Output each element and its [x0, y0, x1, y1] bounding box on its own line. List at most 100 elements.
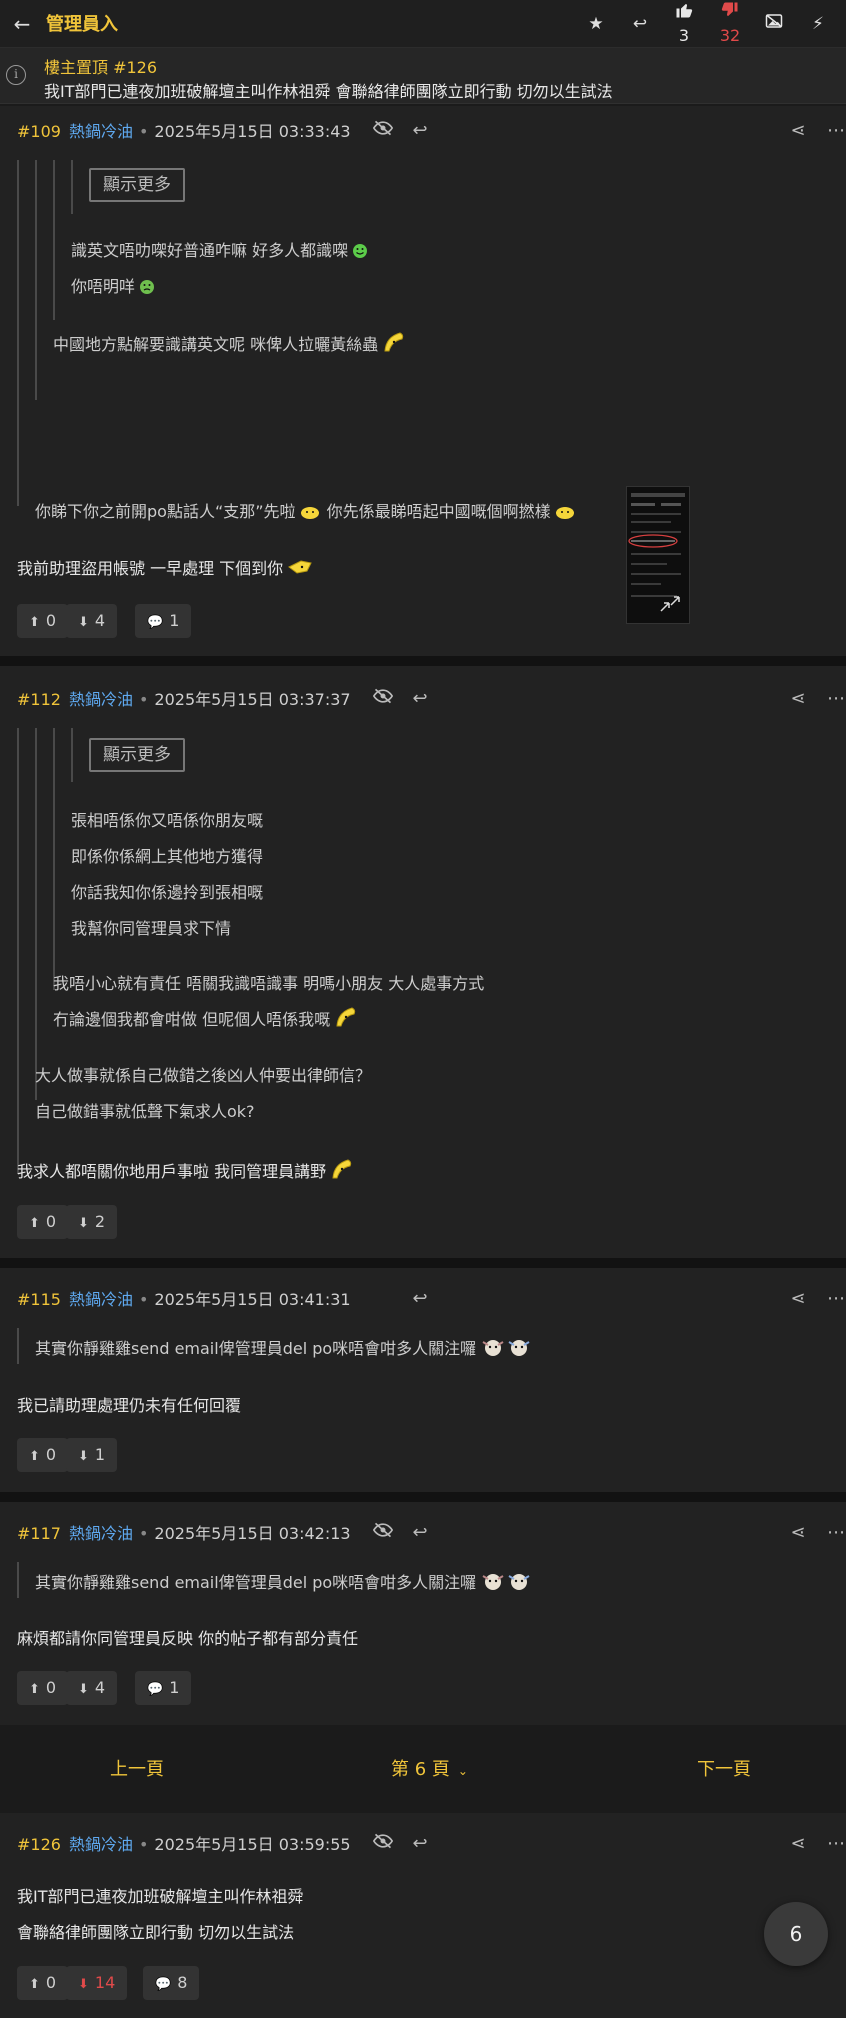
flash-sort-icon[interactable]: ⚡ — [804, 10, 832, 38]
post-number[interactable]: #109 — [17, 122, 61, 141]
post-number[interactable]: #115 — [17, 1290, 61, 1309]
thumbs-down-icon[interactable] — [716, 0, 744, 28]
post-author[interactable]: 熱鍋冷油 — [69, 122, 133, 141]
post-112: #112 熱鍋冷油 • 2025年5月15日 03:37:37 ↩ ⋖ ⋯ 顯示更多 … — [0, 666, 846, 1258]
star-icon[interactable]: ★ — [582, 10, 610, 38]
quote-reply-icon[interactable]: ↩ — [408, 119, 432, 143]
more-options-icon[interactable]: ⋯ — [824, 1287, 846, 1311]
hide-icon[interactable] — [371, 119, 395, 143]
back-arrow-icon[interactable]: ← — [6, 8, 38, 40]
page-select[interactable]: 第 6 頁 ⌄ — [391, 1755, 468, 1781]
quote-line-2 — [35, 728, 37, 1100]
post-header: #115 熱鍋冷油 • 2025年5月15日 03:41:31 — [17, 1290, 351, 1309]
show-more-button[interactable]: 顯示更多 — [89, 738, 185, 772]
post-number[interactable]: #126 — [17, 1835, 61, 1854]
cow-emoji-icon — [506, 1337, 530, 1357]
quote-line-1 — [17, 160, 19, 506]
more-options-icon[interactable]: ⋯ — [824, 687, 846, 711]
quote-text: 大人做事就係自己做錯之後凶人仲要出律師信？ — [35, 1066, 372, 1085]
post-time: 2025年5月15日 03:41:31 — [154, 1290, 351, 1309]
post-author[interactable]: 熱鍋冷油 — [69, 1524, 133, 1543]
post-time: 2025年5月15日 03:33:43 — [154, 122, 351, 141]
post-separator — [0, 1258, 846, 1268]
upvote-button[interactable]: ⬆ 0 — [17, 1966, 69, 2000]
show-more-button[interactable]: 顯示更多 — [89, 168, 185, 202]
image-off-icon[interactable] — [760, 10, 788, 38]
thumbs-up-icon[interactable] — [670, 0, 698, 28]
quote-line-4 — [71, 160, 73, 214]
quote-text: 中國地方點解要識講英文呢 咪俾人拉曬黃絲蟲 — [53, 331, 404, 355]
top-bar: ← 管理員入 ★ ↩ 3 32 ⚡ — [0, 0, 846, 48]
post-number[interactable]: #117 — [17, 1524, 61, 1543]
comments-button[interactable]: 💬 8 — [143, 1966, 200, 2000]
post-author[interactable]: 熱鍋冷油 — [69, 1835, 133, 1854]
quote-reply-icon[interactable]: ↩ — [408, 1521, 432, 1545]
post-time: 2025年5月15日 03:42:13 — [154, 1524, 351, 1543]
share-icon[interactable]: ⋖ — [786, 1832, 810, 1856]
banana-emoji-icon — [330, 1158, 352, 1179]
quote-text: 你話我知你係邊拎到張相嘅 — [71, 883, 264, 902]
downvote-button[interactable]: ⬇ 2 — [66, 1205, 118, 1239]
comments-button[interactable]: 💬 1 — [135, 604, 192, 638]
quote-text: 我唔小心就有責任 唔關我識唔識事 明嗎小朋友 大人處事方式 — [53, 974, 485, 993]
quote-text: 其實你靜雞雞send email俾管理員del po咪唔會咁多人關注囉 — [35, 1335, 530, 1359]
quote-line-1 — [17, 1328, 19, 1364]
quote-line-4 — [71, 728, 73, 782]
info-icon: i — [6, 65, 26, 85]
quote-text: 即係你係網上其他地方獲得 — [71, 847, 264, 866]
reply-icon[interactable]: ↩ — [626, 10, 654, 38]
cow-emoji-icon — [506, 1571, 530, 1591]
quote-text: 我幫你同管理員求下情 — [71, 919, 232, 938]
post-author[interactable]: 熱鍋冷油 — [69, 690, 133, 709]
post-body: 會聯絡律師團隊立即行動 切勿以生試法 — [17, 1923, 295, 1942]
quote-reply-icon[interactable]: ↩ — [408, 1832, 432, 1856]
quote-text: 其實你靜雞雞send email俾管理員del po咪唔會咁多人關注囉 — [35, 1569, 530, 1593]
more-options-icon[interactable]: ⋯ — [824, 1521, 846, 1545]
quote-line-3 — [53, 160, 55, 320]
thread-title: 管理員入 — [46, 14, 118, 35]
upvote-button[interactable]: ⬆ 0 — [17, 1205, 69, 1239]
post-body: 我已請助理處理仍未有任何回覆 — [17, 1396, 242, 1415]
share-icon[interactable]: ⋖ — [786, 687, 810, 711]
share-icon[interactable]: ⋖ — [786, 1521, 810, 1545]
quote-text: 你唔明咩 — [71, 273, 161, 299]
hide-icon[interactable] — [371, 1832, 395, 1856]
upvote-button[interactable]: ⬆ 0 — [17, 604, 69, 638]
quote-text: 識英文唔叻㗎好普通咋嘛 好多人都識㗎 — [71, 237, 374, 263]
next-page-button[interactable]: 下一頁 — [697, 1755, 751, 1781]
pagination-bar: 上一頁 第 6 頁 ⌄ 下一頁 — [0, 1725, 846, 1813]
page-jump-fab[interactable]: 6 — [764, 1902, 828, 1966]
pointing-emoji-icon — [287, 557, 312, 577]
attached-image-thumbnail[interactable] — [626, 486, 690, 624]
post-separator — [0, 656, 846, 666]
quote-reply-icon[interactable]: ↩ — [408, 1287, 432, 1311]
share-icon[interactable]: ⋖ — [786, 1287, 810, 1311]
quote-text: 你睇下你之前開po點話人“支那”先啦 你先係最睇唔起中國嘅個啊撚樣 — [35, 498, 577, 524]
post-header: #109 熱鍋冷油 • 2025年5月15日 03:33:43 — [17, 122, 351, 141]
more-options-icon[interactable]: ⋯ — [824, 1832, 846, 1856]
downvote-button[interactable]: ⬇ 14 — [66, 1966, 128, 2000]
chevron-down-icon: ⌄ — [457, 1764, 468, 1778]
downvote-button[interactable]: ⬇ 4 — [66, 604, 118, 638]
post-time: 2025年5月15日 03:37:37 — [154, 690, 351, 709]
comments-button[interactable]: 💬 1 — [135, 1671, 192, 1705]
post-header: #117 熱鍋冷油 • 2025年5月15日 03:42:13 — [17, 1524, 351, 1543]
upvote-button[interactable]: ⬆ 0 — [17, 1438, 69, 1472]
post-body: 我求人都唔關你地用戶事啦 我同管理員講野 — [17, 1158, 352, 1182]
quote-text: 自己做錯事就低聲下氣求人ok? — [35, 1102, 255, 1121]
pinned-banner[interactable]: i 樓主置頂 #126 我IT部門已連夜加班破解壇主叫作林祖舜 會聯絡律師團隊立… — [0, 48, 846, 104]
upvote-button[interactable]: ⬆ 0 — [17, 1671, 69, 1705]
post-115: #115 熱鍋冷油 • 2025年5月15日 03:41:31 ↩ ⋖ ⋯ 其實你靜雞… — [0, 1268, 846, 1492]
downvote-button[interactable]: ⬇ 1 — [66, 1438, 118, 1472]
prev-page-button[interactable]: 上一頁 — [110, 1755, 164, 1781]
post-number[interactable]: #112 — [17, 690, 61, 709]
post-body: 我IT部門已連夜加班破解壇主叫作林祖舜 — [17, 1887, 304, 1906]
post-author[interactable]: 熱鍋冷油 — [69, 1290, 133, 1309]
hide-icon[interactable] — [371, 1521, 395, 1545]
more-options-icon[interactable]: ⋯ — [824, 119, 846, 143]
quote-reply-icon[interactable]: ↩ — [408, 687, 432, 711]
hide-icon[interactable] — [371, 687, 395, 711]
pinned-text: 我IT部門已連夜加班破解壇主叫作林祖舜 會聯絡律師團隊立即行動 切勿以生試法 — [44, 82, 613, 101]
downvote-button[interactable]: ⬇ 4 — [66, 1671, 118, 1705]
share-icon[interactable]: ⋖ — [786, 119, 810, 143]
